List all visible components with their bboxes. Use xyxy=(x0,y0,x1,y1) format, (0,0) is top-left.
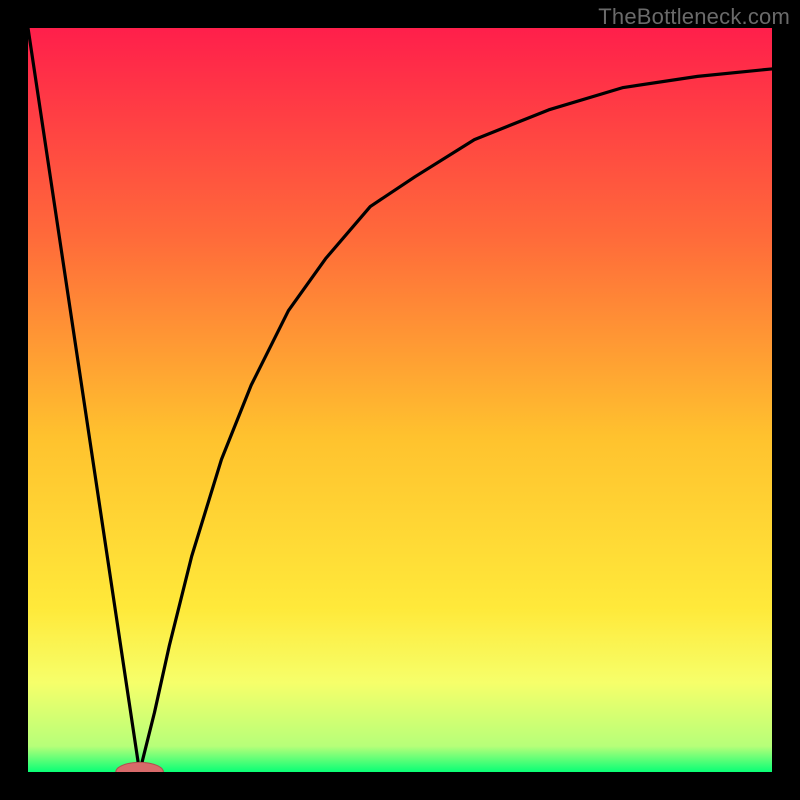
watermark-text: TheBottleneck.com xyxy=(598,4,790,30)
bottleneck-chart xyxy=(28,28,772,772)
gradient-background xyxy=(28,28,772,772)
plot-area xyxy=(28,28,772,772)
chart-frame: TheBottleneck.com xyxy=(0,0,800,800)
